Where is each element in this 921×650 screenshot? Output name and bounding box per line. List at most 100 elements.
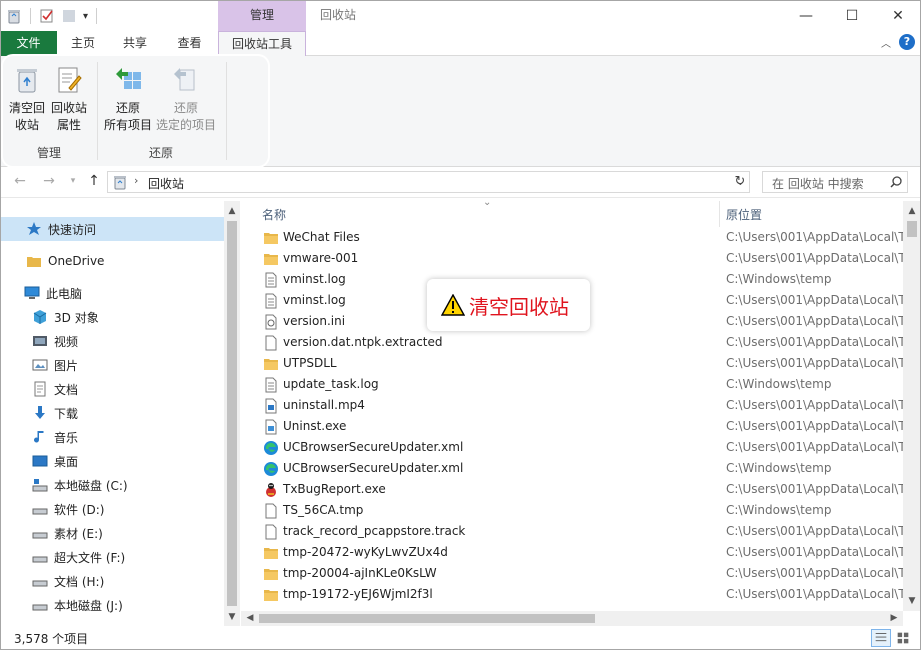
scroll-right-icon[interactable]: ▶: [886, 611, 902, 626]
refresh-icon[interactable]: ↻: [731, 171, 749, 193]
file-name: vmware-001: [283, 251, 359, 265]
scroll-down-icon[interactable]: ▼: [904, 593, 920, 609]
file-name: version.dat.ntpk.extracted: [283, 335, 443, 349]
sidebar-item-quick-access[interactable]: 快速访问: [0, 217, 224, 241]
table-row[interactable]: uninstall.mp4 C:\Users\001\AppData\Local\…: [241, 395, 903, 416]
original-location: C:\Users\001\AppData\Local\T: [726, 356, 903, 370]
video-file-icon: [263, 398, 279, 414]
sidebar-item-downloads[interactable]: 下载: [0, 401, 224, 425]
help-icon[interactable]: ?: [899, 34, 915, 50]
maximize-button[interactable]: ☐: [829, 0, 875, 31]
tab-file[interactable]: 文件: [0, 31, 57, 56]
bug-report-icon: [263, 482, 279, 498]
sidebar-item-label: 本地磁盘 (J:): [54, 598, 123, 613]
nav-scroll-thumb[interactable]: [227, 221, 237, 606]
table-row[interactable]: track_record_pcappstore.track C:\Users\00…: [241, 521, 903, 542]
sidebar-item-documents[interactable]: 文档: [0, 377, 224, 401]
recent-locations-chevron-icon[interactable]: ▾: [65, 173, 81, 189]
file-list-horizontal-scrollbar[interactable]: ◀ ▶: [241, 611, 903, 626]
empty-recycle-bin-button[interactable]: 清空回 收站: [7, 64, 47, 134]
sidebar-item-videos[interactable]: 视频: [0, 329, 224, 353]
star-pin-icon: [27, 222, 41, 235]
new-folder-icon[interactable]: [61, 8, 77, 24]
original-location: C:\Users\001\AppData\Local\T: [726, 482, 903, 496]
sidebar-item-onedrive[interactable]: OneDrive: [0, 249, 224, 273]
original-location: C:\Users\001\AppData\Local\T: [726, 545, 903, 559]
sidebar-item-this-pc[interactable]: 此电脑: [0, 281, 224, 305]
sidebar-item-label: 软件 (D:): [54, 502, 105, 517]
view-switcher: [871, 629, 913, 647]
sidebar-item-drive-h[interactable]: 文档 (H:): [0, 569, 224, 593]
up-arrow-icon[interactable]: ↑: [86, 173, 102, 189]
column-header-name[interactable]: 名称: [262, 206, 286, 223]
folder-icon: [27, 257, 41, 267]
column-header-location[interactable]: 原位置: [726, 206, 762, 223]
sidebar-item-drive-c[interactable]: 本地磁盘 (C:): [0, 473, 224, 497]
table-row[interactable]: TS_56CA.tmp C:\Windows\temp: [241, 500, 903, 521]
recycle-bin-properties-button[interactable]: 回收站 属性: [49, 64, 89, 134]
file-name: update_task.log: [283, 377, 379, 391]
table-row[interactable]: UCBrowserSecureUpdater.xml C:\Windows\tem…: [241, 458, 903, 479]
sidebar-item-label: 文档 (H:): [54, 574, 105, 589]
search-input[interactable]: 在 回收站 中搜索: [762, 171, 908, 193]
large-icons-view-icon[interactable]: [893, 629, 913, 647]
column-header-row: ⌄ 名称 原位置: [241, 201, 903, 227]
scroll-down-icon[interactable]: ▼: [224, 609, 240, 625]
file-name: vminst.log: [283, 293, 346, 307]
nav-scrollbar[interactable]: ▲ ▼: [224, 201, 240, 626]
breadcrumb-recycle-bin[interactable]: 回收站: [148, 175, 184, 192]
file-name: track_record_pcappstore.track: [283, 524, 466, 538]
close-button[interactable]: ✕: [875, 0, 921, 31]
breadcrumb-chevron-icon[interactable]: ›: [134, 174, 138, 187]
column-divider[interactable]: [719, 201, 720, 227]
restore-all-button[interactable]: 还原 所有项目: [101, 64, 155, 134]
table-row[interactable]: Uninst.exe C:\Users\001\AppData\Local\T: [241, 416, 903, 437]
sidebar-item-music[interactable]: 音乐: [0, 425, 224, 449]
sidebar-item-drive-f[interactable]: 超大文件 (F:): [0, 545, 224, 569]
restore-selected-button[interactable]: 还原 选定的项目: [153, 64, 219, 134]
tab-recycle-bin-tools[interactable]: 回收站工具: [218, 31, 306, 57]
file-list-vertical-scrollbar[interactable]: ▲ ▼: [903, 201, 921, 611]
search-icon: [890, 176, 902, 188]
file-icon: [263, 503, 279, 519]
table-row[interactable]: UCBrowserSecureUpdater.xml C:\Users\001\A…: [241, 437, 903, 458]
sidebar-item-drive-e[interactable]: 素材 (E:): [0, 521, 224, 545]
original-location: C:\Users\001\AppData\Local\T: [726, 251, 903, 265]
minimize-button[interactable]: —: [783, 0, 829, 31]
sidebar-item-pictures[interactable]: 图片: [0, 353, 224, 377]
table-row[interactable]: update_task.log C:\Windows\temp: [241, 374, 903, 395]
details-view-icon[interactable]: [871, 629, 891, 647]
table-row[interactable]: UTPSDLL C:\Users\001\AppData\Local\T: [241, 353, 903, 374]
file-name: WeChat Files: [283, 230, 360, 244]
scroll-up-icon[interactable]: ▲: [224, 203, 240, 219]
tab-view[interactable]: 查看: [161, 31, 218, 56]
table-row[interactable]: tmp-20472-wyKyLwvZUx4d C:\Users\001\AppDa…: [241, 542, 903, 563]
forward-arrow-icon[interactable]: →: [41, 173, 57, 189]
address-input[interactable]: › 回收站 ⌄: [107, 171, 750, 193]
table-row[interactable]: version.dat.ntpk.extracted C:\Users\001\A…: [241, 332, 903, 353]
tab-home[interactable]: 主页: [57, 31, 109, 56]
table-row[interactable]: tmp-20004-ajInKLe0KsLW C:\Users\001\AppDa…: [241, 563, 903, 584]
collapse-ribbon-icon[interactable]: ︿: [881, 35, 891, 50]
scroll-up-icon[interactable]: ▲: [904, 203, 920, 219]
recycle-bin-icon[interactable]: [6, 8, 22, 24]
file-icon: [263, 335, 279, 351]
table-row[interactable]: WeChat Files C:\Users\001\AppData\Local\T: [241, 227, 903, 248]
qat-customize-icon[interactable]: ▾: [83, 11, 88, 22]
tab-share[interactable]: 共享: [109, 31, 161, 56]
sidebar-item-3d-objects[interactable]: 3D 对象: [0, 305, 224, 329]
table-row[interactable]: TxBugReport.exe C:\Users\001\AppData\Loca…: [241, 479, 903, 500]
file-list-hscroll-thumb[interactable]: [259, 614, 595, 623]
table-row[interactable]: vmware-001 C:\Users\001\AppData\Local\T: [241, 248, 903, 269]
quick-access-toolbar: ▾: [6, 6, 99, 26]
properties-icon[interactable]: [39, 8, 55, 24]
scroll-left-icon[interactable]: ◀: [242, 611, 258, 626]
sidebar-item-drive-d[interactable]: 软件 (D:): [0, 497, 224, 521]
sidebar-item-drive-j[interactable]: 本地磁盘 (J:): [0, 593, 224, 617]
edge-browser-icon: [263, 440, 279, 456]
file-name: UCBrowserSecureUpdater.xml: [283, 461, 464, 475]
back-arrow-icon[interactable]: ←: [12, 173, 28, 189]
sidebar-item-desktop[interactable]: 桌面: [0, 449, 224, 473]
file-list-scroll-thumb[interactable]: [907, 221, 917, 237]
table-row[interactable]: tmp-19172-yEJ6WjmI2f3l C:\Users\001\AppDa…: [241, 584, 903, 605]
